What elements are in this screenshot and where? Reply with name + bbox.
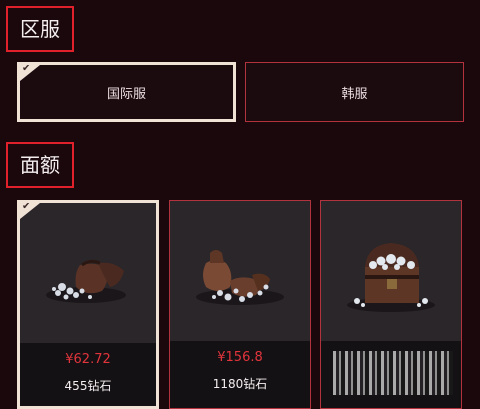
package-price: ¥62.72 (65, 352, 111, 367)
server-option-label: 国际服 (106, 86, 146, 102)
diamond-bag-icon (46, 259, 126, 303)
treasure-chest-icon (347, 243, 435, 312)
server-section-label: 区服 (20, 17, 60, 41)
server-option-label: 韩服 (341, 86, 368, 102)
diamond-package-455[interactable]: ✔ ¥62.72 455钻石 (17, 200, 159, 409)
server-option-korea[interactable]: 韩服 (245, 62, 464, 122)
server-section-title: 区服 (6, 6, 74, 52)
package-image (321, 201, 461, 341)
package-amount: 1180钻石 (212, 377, 268, 391)
diamond-package-1180[interactable]: ¥156.8 1180钻石 (169, 200, 311, 409)
package-price: ¥156.8 (217, 350, 263, 365)
diamond-bags-icon (196, 250, 284, 305)
selected-check-icon: ✔ (20, 65, 40, 81)
glitch-overlay (333, 351, 453, 395)
denomination-section-title: 面额 (6, 142, 74, 188)
package-amount: 455钻石 (64, 379, 112, 393)
server-option-international[interactable]: ✔ 国际服 (17, 62, 236, 122)
package-image (170, 201, 310, 341)
denomination-section-label: 面额 (20, 153, 60, 177)
diamond-package-chest[interactable] (320, 200, 462, 409)
package-image (20, 203, 156, 343)
